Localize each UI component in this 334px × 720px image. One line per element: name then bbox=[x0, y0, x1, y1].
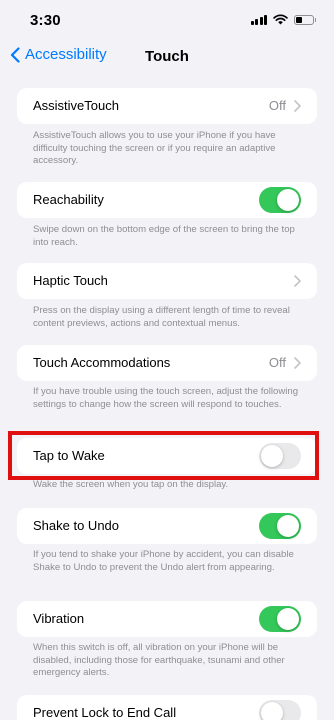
reachability-label: Reachability bbox=[33, 192, 104, 207]
assistive-touch-row[interactable]: AssistiveTouch Off bbox=[17, 88, 317, 124]
vibration-row: Vibration bbox=[17, 601, 317, 637]
status-icons bbox=[250, 14, 316, 25]
assistive-touch-value-text: Off bbox=[268, 98, 286, 113]
touch-accommodations-label: Touch Accommodations bbox=[33, 355, 171, 370]
vibration-toggle[interactable] bbox=[259, 606, 301, 632]
cellular-signal-icon bbox=[250, 14, 267, 25]
touch-accommodations-footer: If you have trouble using the touch scre… bbox=[33, 386, 299, 410]
assistive-touch-value: Off bbox=[269, 98, 301, 113]
chevron-right-icon bbox=[294, 275, 301, 287]
vibration-label: Vibration bbox=[33, 611, 85, 626]
vibration-footer: When this switch is off, all vibration o… bbox=[33, 642, 285, 679]
shake-to-undo-toggle[interactable] bbox=[259, 513, 301, 539]
shake-to-undo-label: Shake to Undo bbox=[33, 518, 120, 533]
haptic-touch-footer: Press on the display using a different l… bbox=[33, 305, 290, 329]
reachability-row: Reachability bbox=[17, 182, 317, 218]
prevent-lock-label: Prevent Lock to End Call bbox=[33, 705, 177, 720]
tap-to-wake-label: Tap to Wake bbox=[33, 448, 105, 463]
tap-to-wake-toggle[interactable] bbox=[259, 443, 301, 469]
haptic-touch-row[interactable]: Haptic Touch bbox=[17, 263, 317, 299]
shake-to-undo-row: Shake to Undo bbox=[17, 508, 317, 544]
reachability-toggle[interactable] bbox=[259, 187, 301, 213]
status-time: 3:30 bbox=[30, 12, 61, 29]
assistive-touch-label: AssistiveTouch bbox=[33, 98, 119, 113]
chevron-right-icon bbox=[294, 356, 301, 369]
touch-accommodations-value-text: Off bbox=[268, 355, 286, 370]
touch-accommodations-value: Off bbox=[269, 355, 301, 370]
haptic-touch-label: Haptic Touch bbox=[33, 273, 108, 288]
tap-to-wake-footer: Wake the screen when you tap on the disp… bbox=[33, 479, 229, 490]
reachability-footer: Swipe down on the bottom edge of the scr… bbox=[33, 224, 295, 248]
shake-to-undo-footer: If you tend to shake your iPhone by acci… bbox=[33, 549, 294, 573]
prevent-lock-row: Prevent Lock to End Call bbox=[17, 695, 317, 720]
prevent-lock-toggle[interactable] bbox=[259, 700, 301, 720]
status-bar: 3:30 bbox=[0, 0, 334, 40]
chevron-right-icon bbox=[294, 99, 301, 112]
assistive-touch-footer: AssistiveTouch allows you to use your iP… bbox=[33, 130, 276, 167]
wifi-icon bbox=[273, 14, 288, 25]
tap-to-wake-row: Tap to Wake bbox=[17, 438, 317, 474]
touch-accommodations-row[interactable]: Touch Accommodations Off bbox=[17, 345, 317, 381]
battery-icon bbox=[294, 14, 316, 25]
navigation-bar: Accessibility Touch bbox=[0, 40, 334, 76]
page-title: Touch bbox=[145, 48, 189, 65]
